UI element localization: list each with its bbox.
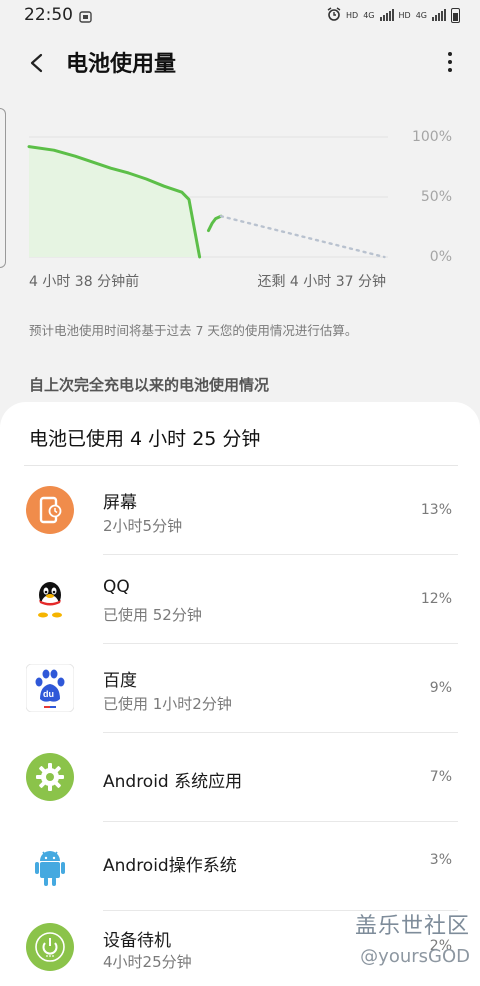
status-time: 22:50 [24, 5, 73, 25]
chart-start-label: 4 小时 38 分钟前 [29, 274, 140, 290]
android-robot-icon [26, 842, 74, 890]
list-item-baidu[interactable]: du 百度 已使用 1小时2分钟 9% [0, 644, 480, 733]
list-item-qq[interactable]: QQ 已使用 52分钟 12% [0, 555, 480, 644]
section-title: 自上次完全充电以来的电池使用情况 [29, 376, 270, 394]
y-tick-label: 100% [411, 129, 452, 145]
qq-penguin-icon [26, 575, 74, 623]
usage-area [29, 146, 200, 257]
estimate-note: 预计电池使用时间将基于过去 7 天您的使用情况进行估算。 [29, 323, 358, 338]
item-detail: 已使用 1小时2分钟 [103, 695, 232, 713]
list-item-android-system-app[interactable]: Android 系统应用 7% [0, 733, 480, 822]
battery-chart: 100% 50% 0% 4 小时 38 分钟前 还剩 4 小时 37 分钟 [0, 120, 480, 290]
list-item-android-os[interactable]: Android操作系统 3% [0, 822, 480, 911]
hd-indicator-2: HD [398, 10, 411, 20]
item-name: QQ [103, 577, 130, 597]
hd-indicator-1: HD [346, 10, 359, 20]
item-detail: 已使用 52分钟 [103, 606, 202, 624]
alarm-icon [327, 7, 341, 23]
item-name: Android 系统应用 [103, 772, 243, 792]
item-name: 百度 [103, 671, 137, 691]
y-tick-label: 50% [420, 189, 452, 205]
usage-card: 电池已使用 4 小时 25 分钟 屏幕 2小时5分钟 13% QQ 已使用 52… [0, 402, 480, 986]
battery-icon [451, 7, 460, 23]
watermark: 盖乐世社区 @yoursGOD [355, 908, 470, 967]
item-name: 屏幕 [103, 493, 137, 513]
back-button[interactable] [22, 48, 52, 78]
network-4g-2: 4G [415, 10, 427, 20]
back-arrow-icon [30, 53, 43, 73]
prediction-line [219, 214, 386, 259]
item-percent: 9% [429, 680, 452, 696]
usage-total: 电池已使用 4 小时 25 分钟 [29, 428, 261, 450]
item-percent: 3% [429, 852, 452, 868]
list-item-screen[interactable]: 屏幕 2小时5分钟 13% [0, 466, 480, 555]
item-name: 设备待机 [103, 931, 171, 951]
power-icon [26, 923, 74, 971]
more-options-button[interactable] [444, 50, 456, 74]
status-bar: 22:50 HD 4G HD 4G [0, 0, 480, 30]
item-percent: 7% [429, 769, 452, 785]
item-detail: 4小时25分钟 [103, 953, 192, 971]
svg-text:du: du [43, 689, 54, 699]
watermark-handle: @yoursGOD [360, 946, 470, 967]
item-percent: 13% [420, 502, 452, 518]
app-header: 电池使用量 [0, 38, 480, 86]
signal-icon [379, 9, 394, 21]
watermark-title: 盖乐世社区 [354, 914, 470, 939]
y-tick-label: 0% [429, 249, 452, 265]
screen-icon [26, 486, 74, 534]
more-vertical-icon [448, 52, 452, 56]
usage-line [207, 214, 223, 233]
network-4g-1: 4G [363, 10, 375, 20]
chart-remaining-label: 还剩 4 小时 37 分钟 [257, 274, 386, 290]
item-detail: 2小时5分钟 [103, 517, 183, 535]
item-name: Android操作系统 [103, 856, 237, 876]
baidu-paw-icon: du [25, 663, 75, 713]
page-title: 电池使用量 [66, 52, 177, 77]
notification-icon [79, 8, 92, 23]
battery-chart-svg [27, 136, 388, 259]
signal-icon [432, 9, 446, 21]
item-percent: 12% [420, 591, 452, 607]
gear-icon [26, 753, 74, 801]
